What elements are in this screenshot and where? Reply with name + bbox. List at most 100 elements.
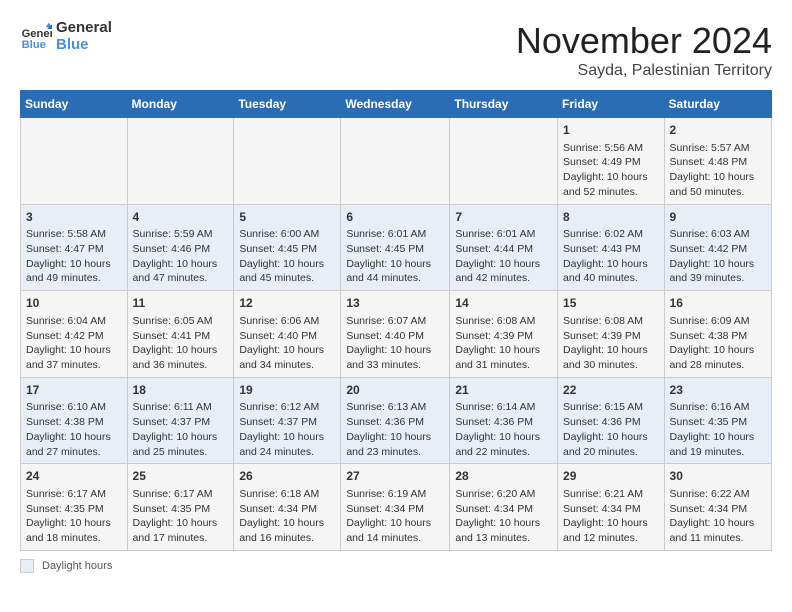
day-number: 12 [239,295,335,312]
day-info: Sunrise: 6:00 AMSunset: 4:45 PMDaylight:… [239,227,335,286]
calendar-day-cell [21,118,128,205]
day-number: 22 [563,382,659,399]
day-info: Sunrise: 6:17 AMSunset: 4:35 PMDaylight:… [133,487,229,546]
day-number: 9 [670,209,766,226]
calendar-day-cell: 26 Sunrise: 6:18 AMSunset: 4:34 PMDayligh… [234,464,341,551]
day-info: Sunrise: 6:17 AMSunset: 4:35 PMDaylight:… [26,487,122,546]
calendar-day-cell: 11Sunrise: 6:05 AMSunset: 4:41 PMDayligh… [127,291,234,378]
day-number: 5 [239,209,335,226]
day-info: Sunrise: 6:15 AMSunset: 4:36 PMDaylight:… [563,400,659,459]
svg-text:General: General [22,28,52,40]
calendar-day-cell: 14Sunrise: 6:08 AMSunset: 4:39 PMDayligh… [450,291,558,378]
day-info: Sunrise: 6:12 AMSunset: 4:37 PMDaylight:… [239,400,335,459]
day-info: Sunrise: 6:02 AMSunset: 4:43 PMDaylight:… [563,227,659,286]
day-of-week-header: Wednesday [341,91,450,118]
calendar-day-cell: 28Sunrise: 6:20 AMSunset: 4:34 PMDayligh… [450,464,558,551]
calendar-day-cell: 1 Sunrise: 5:56 AMSunset: 4:49 PMDaylight… [558,118,665,205]
day-info: Sunrise: 6:21 AMSunset: 4:34 PMDaylight:… [563,487,659,546]
day-info: Sunrise: 5:56 AMSunset: 4:49 PMDaylight:… [563,141,659,200]
calendar-week-row: 10 Sunrise: 6:04 AMSunset: 4:42 PMDayligh… [21,291,772,378]
calendar-week-row: 17Sunrise: 6:10 AMSunset: 4:38 PMDayligh… [21,377,772,464]
day-info: Sunrise: 6:08 AMSunset: 4:39 PMDaylight:… [563,314,659,373]
calendar-day-cell: 16 Sunrise: 6:09 AMSunset: 4:38 PMDayligh… [664,291,771,378]
calendar-day-cell [234,118,341,205]
day-info: Sunrise: 6:03 AMSunset: 4:42 PMDaylight:… [670,227,766,286]
day-number: 24 [26,468,122,485]
calendar-day-cell: 5Sunrise: 6:00 AMSunset: 4:45 PMDaylight… [234,204,341,291]
calendar-day-cell: 23Sunrise: 6:16 AMSunset: 4:35 PMDayligh… [664,377,771,464]
calendar-day-cell: 22Sunrise: 6:15 AMSunset: 4:36 PMDayligh… [558,377,665,464]
calendar-week-row: 3Sunrise: 5:58 AMSunset: 4:47 PMDaylight… [21,204,772,291]
day-number: 7 [455,209,552,226]
calendar-day-cell: 15 Sunrise: 6:08 AMSunset: 4:39 PMDayligh… [558,291,665,378]
day-info: Sunrise: 5:57 AMSunset: 4:48 PMDaylight:… [670,141,766,200]
header: General Blue General Blue November 2024 … [20,20,772,80]
svg-text:Blue: Blue [22,39,46,51]
day-number: 1 [563,122,659,139]
calendar-day-cell: 24 Sunrise: 6:17 AMSunset: 4:35 PMDayligh… [21,464,128,551]
calendar-day-cell [341,118,450,205]
day-of-week-header: Thursday [450,91,558,118]
calendar-day-cell: 20Sunrise: 6:13 AMSunset: 4:36 PMDayligh… [341,377,450,464]
day-of-week-header: Monday [127,91,234,118]
day-number: 13 [346,295,444,312]
day-number: 21 [455,382,552,399]
day-info: Sunrise: 5:58 AMSunset: 4:47 PMDaylight:… [26,227,122,286]
logo-icon: General Blue [20,21,52,53]
day-number: 16 [670,295,766,312]
day-of-week-header: Sunday [21,91,128,118]
day-number: 19 [239,382,335,399]
calendar-week-row: 24 Sunrise: 6:17 AMSunset: 4:35 PMDayligh… [21,464,772,551]
day-number: 25 [133,468,229,485]
day-number: 3 [26,209,122,226]
day-info: Sunrise: 6:13 AMSunset: 4:36 PMDaylight:… [346,400,444,459]
month-title: November 2024 [516,20,772,62]
calendar-day-cell: 4Sunrise: 5:59 AMSunset: 4:46 PMDaylight… [127,204,234,291]
day-info: Sunrise: 6:01 AMSunset: 4:44 PMDaylight:… [455,227,552,286]
legend-label: Daylight hours [42,560,112,572]
day-info: Sunrise: 6:18 AMSunset: 4:34 PMDaylight:… [239,487,335,546]
day-number: 10 [26,295,122,312]
day-info: Sunrise: 6:19 AMSunset: 4:34 PMDaylight:… [346,487,444,546]
day-info: Sunrise: 5:59 AMSunset: 4:46 PMDaylight:… [133,227,229,286]
day-number: 15 [563,295,659,312]
day-number: 28 [455,468,552,485]
day-number: 30 [670,468,766,485]
day-number: 18 [133,382,229,399]
day-info: Sunrise: 6:06 AMSunset: 4:40 PMDaylight:… [239,314,335,373]
calendar-day-cell: 12 Sunrise: 6:06 AMSunset: 4:40 PMDayligh… [234,291,341,378]
legend-box [20,559,34,573]
calendar-day-cell: 6Sunrise: 6:01 AMSunset: 4:45 PMDaylight… [341,204,450,291]
calendar-day-cell [450,118,558,205]
calendar-day-cell: 27Sunrise: 6:19 AMSunset: 4:34 PMDayligh… [341,464,450,551]
calendar-day-cell: 17Sunrise: 6:10 AMSunset: 4:38 PMDayligh… [21,377,128,464]
day-info: Sunrise: 6:09 AMSunset: 4:38 PMDaylight:… [670,314,766,373]
calendar-day-cell: 8Sunrise: 6:02 AMSunset: 4:43 PMDaylight… [558,204,665,291]
day-number: 23 [670,382,766,399]
logo-text-blue: Blue [56,37,112,54]
subtitle: Sayda, Palestinian Territory [516,62,772,80]
day-of-week-header: Friday [558,91,665,118]
day-number: 6 [346,209,444,226]
calendar-day-cell: 9Sunrise: 6:03 AMSunset: 4:42 PMDaylight… [664,204,771,291]
calendar-day-cell: 19Sunrise: 6:12 AMSunset: 4:37 PMDayligh… [234,377,341,464]
day-info: Sunrise: 6:16 AMSunset: 4:35 PMDaylight:… [670,400,766,459]
day-info: Sunrise: 6:11 AMSunset: 4:37 PMDaylight:… [133,400,229,459]
day-number: 14 [455,295,552,312]
calendar-day-cell: 29 Sunrise: 6:21 AMSunset: 4:34 PMDayligh… [558,464,665,551]
day-info: Sunrise: 6:04 AMSunset: 4:42 PMDaylight:… [26,314,122,373]
day-number: 26 [239,468,335,485]
day-number: 4 [133,209,229,226]
day-number: 29 [563,468,659,485]
calendar-day-cell: 7Sunrise: 6:01 AMSunset: 4:44 PMDaylight… [450,204,558,291]
day-info: Sunrise: 6:22 AMSunset: 4:34 PMDaylight:… [670,487,766,546]
calendar-day-cell: 10 Sunrise: 6:04 AMSunset: 4:42 PMDayligh… [21,291,128,378]
day-number: 8 [563,209,659,226]
day-of-week-header: Saturday [664,91,771,118]
day-number: 11 [133,295,229,312]
calendar-day-cell: 13Sunrise: 6:07 AMSunset: 4:40 PMDayligh… [341,291,450,378]
calendar-table: SundayMondayTuesdayWednesdayThursdayFrid… [20,90,772,551]
calendar-week-row: 1 Sunrise: 5:56 AMSunset: 4:49 PMDaylight… [21,118,772,205]
calendar-day-cell: 25 Sunrise: 6:17 AMSunset: 4:35 PMDayligh… [127,464,234,551]
calendar-day-cell: 2Sunrise: 5:57 AMSunset: 4:48 PMDaylight… [664,118,771,205]
